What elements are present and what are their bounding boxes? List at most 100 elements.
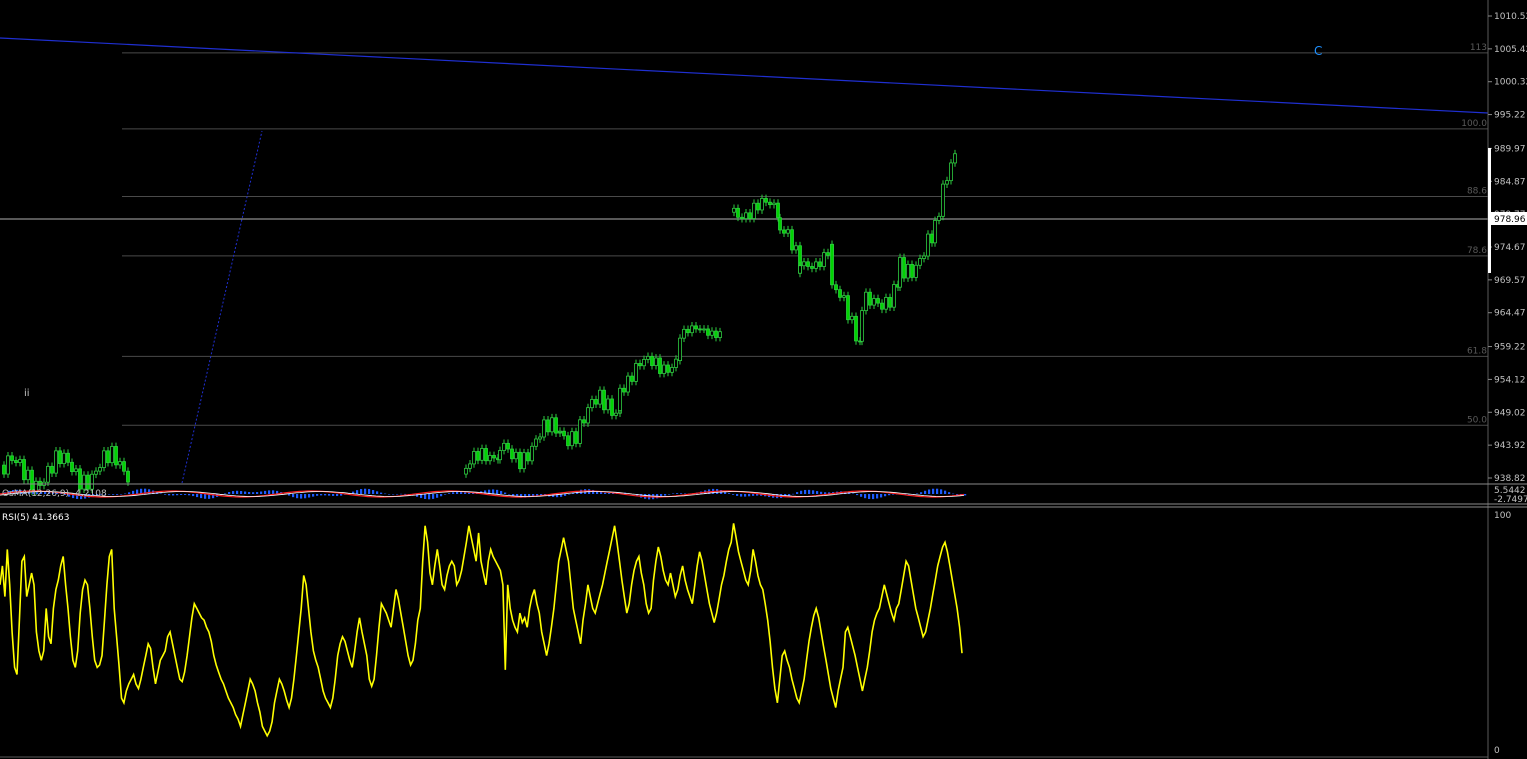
candle-body bbox=[786, 229, 790, 234]
osma-bar bbox=[268, 490, 271, 494]
candle-body bbox=[926, 233, 930, 257]
candle-body bbox=[106, 450, 110, 464]
candle-body bbox=[798, 265, 802, 274]
price-axis-tick: 984.87 bbox=[1494, 177, 1526, 187]
osma-bar bbox=[600, 492, 603, 494]
candle-body bbox=[748, 212, 752, 219]
candle-body bbox=[46, 465, 50, 483]
candle-body bbox=[90, 473, 94, 490]
candle-body bbox=[838, 289, 842, 298]
candle-body bbox=[118, 461, 122, 466]
osma-bar bbox=[164, 494, 167, 495]
osma-bar bbox=[792, 493, 795, 495]
osma-bar bbox=[964, 494, 967, 496]
osma-bar bbox=[232, 491, 235, 494]
osma-bar bbox=[444, 494, 447, 495]
candle-body bbox=[790, 229, 794, 251]
candle-body bbox=[941, 183, 945, 217]
candle-body bbox=[922, 255, 926, 259]
price-axis-tick: 1000.32 bbox=[1494, 78, 1527, 88]
osma-axis-bottom: -2.7497 bbox=[1494, 495, 1527, 505]
candle-body bbox=[606, 398, 610, 411]
osma-bar bbox=[380, 492, 383, 494]
candle-body bbox=[468, 463, 472, 469]
osma-bar bbox=[788, 494, 791, 496]
osma-bar bbox=[292, 494, 295, 498]
candle-body bbox=[26, 469, 30, 481]
osma-bar bbox=[300, 494, 303, 499]
candle-body bbox=[670, 367, 674, 373]
candle-body bbox=[888, 297, 892, 308]
price-axis-tick: 989.97 bbox=[1494, 144, 1526, 154]
price-axis-tick: 938.82 bbox=[1494, 474, 1526, 484]
osma-bar bbox=[436, 494, 439, 498]
candle-body bbox=[70, 461, 74, 473]
osma-bar bbox=[468, 492, 471, 494]
rsi-axis-100: 100 bbox=[1494, 511, 1511, 521]
candle-body bbox=[872, 298, 876, 306]
osma-bar bbox=[132, 490, 135, 494]
osma-bar bbox=[108, 494, 111, 495]
osma-bar bbox=[172, 494, 175, 496]
candle-body bbox=[582, 419, 586, 424]
candle-body bbox=[794, 245, 798, 251]
candle-body bbox=[522, 452, 526, 470]
osma-bar bbox=[148, 489, 151, 494]
candle-body bbox=[550, 417, 554, 433]
osma-bar bbox=[112, 494, 115, 495]
candle-body bbox=[846, 295, 850, 321]
osma-bar bbox=[256, 492, 259, 494]
osma-bar bbox=[800, 490, 803, 494]
osma-label: OsMA(12,26,9) -4.2108 bbox=[2, 489, 107, 499]
osma-bar bbox=[492, 489, 495, 494]
osma-bar bbox=[808, 489, 811, 494]
osma-bar bbox=[392, 494, 395, 495]
osma-bar bbox=[136, 489, 139, 494]
candle-body bbox=[502, 442, 506, 451]
candle-body bbox=[850, 315, 854, 321]
candle-body bbox=[880, 302, 884, 310]
candle-body bbox=[949, 162, 953, 182]
osma-bar bbox=[324, 494, 327, 496]
osma-bar bbox=[120, 494, 123, 495]
osma-bar bbox=[388, 494, 391, 495]
candle-body bbox=[834, 284, 838, 291]
price-axis-tick: 1005.42 bbox=[1494, 45, 1527, 55]
candle-body bbox=[110, 446, 114, 464]
osma-bar bbox=[852, 493, 855, 494]
osma-bar bbox=[448, 493, 451, 494]
candle-body bbox=[806, 261, 810, 267]
candle-body bbox=[2, 464, 6, 475]
candle-body bbox=[530, 445, 534, 462]
osma-bar bbox=[796, 492, 799, 494]
candle-body bbox=[740, 216, 744, 220]
rsi-panel[interactable]: RSI(5) 41.3663 100 0 bbox=[0, 506, 1527, 756]
osma-bar bbox=[496, 489, 499, 494]
candle-body bbox=[884, 297, 888, 310]
osma-bar bbox=[872, 494, 875, 500]
candle-body bbox=[78, 468, 82, 490]
candle-body bbox=[876, 298, 880, 304]
candle-body bbox=[732, 207, 736, 213]
candle-body bbox=[510, 448, 514, 460]
osma-bar bbox=[440, 494, 443, 497]
osma-bar bbox=[460, 492, 463, 494]
candle-body bbox=[678, 337, 682, 361]
price-axis-tick: 964.47 bbox=[1494, 309, 1526, 319]
osma-bar bbox=[428, 494, 431, 500]
main-price-panel[interactable]: 113 100.0 88.6 78.6 61.8 50.0 ii C bbox=[0, 0, 1489, 496]
osma-bar bbox=[384, 493, 387, 495]
candle-body bbox=[578, 419, 582, 444]
osma-bar bbox=[884, 494, 887, 497]
candle-body bbox=[906, 263, 910, 279]
current-price-label: 978.96 bbox=[1494, 215, 1526, 225]
chart-canvas[interactable]: 113 100.0 88.6 78.6 61.8 50.0 ii C 1010.52 100… bbox=[0, 0, 1527, 759]
candle-body bbox=[860, 310, 864, 342]
candle-body bbox=[634, 363, 638, 382]
price-axis-tick: 954.12 bbox=[1494, 375, 1526, 385]
fib-level-label: 100.0 bbox=[1461, 119, 1487, 129]
osma-panel[interactable]: OsMA(12,26,9) -4.2108 5.5442 -2.7497 bbox=[0, 483, 1527, 505]
osma-bar bbox=[680, 493, 683, 494]
osma-bar bbox=[564, 494, 567, 496]
candle-body bbox=[614, 412, 618, 416]
